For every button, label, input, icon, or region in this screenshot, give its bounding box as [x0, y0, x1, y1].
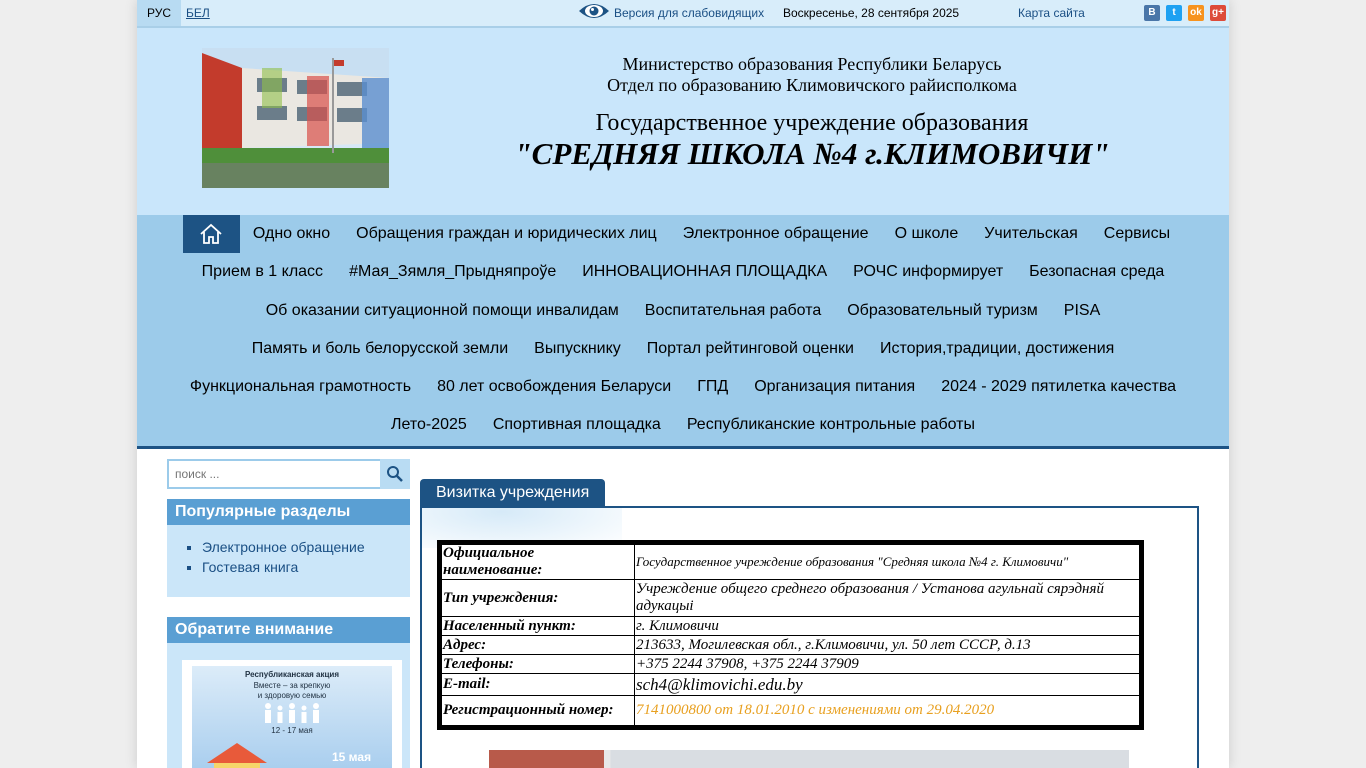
home-icon — [200, 223, 222, 244]
school-photo-bottom — [489, 750, 1129, 768]
info-value: Учреждение общего среднего образования /… — [634, 579, 1142, 617]
banner-dates: 12 - 17 мая — [271, 726, 313, 735]
info-key: Тип учреждения: — [439, 579, 635, 617]
popular-sections-title: Популярные разделы — [167, 499, 410, 525]
top-bar: РУС БЕЛ Версия для слабовидящих Воскресе… — [137, 0, 1229, 28]
menu-item[interactable]: Спортивная площадка — [480, 406, 674, 444]
attention-title: Обратите внимание — [167, 617, 410, 643]
info-value: 7141000800 от 18.01.2010 с изменениями о… — [634, 695, 1142, 728]
info-row: Адрес: 213633, Могилевская обл., г.Климов… — [439, 635, 1142, 655]
menu-row: Функциональная грамотность 80 лет освобож… — [137, 368, 1229, 406]
ministry-title: Министерство образования Республики Бела… — [622, 54, 1002, 74]
menu-item[interactable]: Учительская — [971, 215, 1091, 253]
content-panel: Официальное наименование: Государственное… — [420, 506, 1199, 768]
low-vision-link[interactable]: Версия для слабовидящих — [614, 0, 764, 26]
menu-item[interactable]: Память и боль белорусской земли — [239, 330, 521, 368]
info-key: Официальное наименование: — [439, 542, 635, 580]
menu-item[interactable]: 80 лет освобождения Беларуси — [424, 368, 684, 406]
info-value[interactable]: sch4@klimovichi.edu.by — [634, 673, 1142, 696]
info-key: E-mail: — [439, 673, 635, 696]
google-plus-icon[interactable]: g+ — [1210, 5, 1226, 21]
popular-link-e-appeal[interactable]: Электронное обращение — [202, 537, 410, 557]
eye-icon[interactable] — [578, 1, 610, 21]
banner-line2: Вместе – за крепкую — [253, 681, 331, 690]
menu-item[interactable]: Лето-2025 — [378, 406, 480, 444]
department-title: Отдел по образованию Климовичского райис… — [607, 75, 1017, 95]
info-key: Адрес: — [439, 635, 635, 655]
house-icon — [207, 743, 267, 768]
search-button[interactable] — [380, 459, 410, 489]
menu-item[interactable]: Функциональная грамотность — [177, 368, 424, 406]
search-icon — [387, 466, 403, 482]
menu-row: Прием в 1 класс #Мая_Зямля_Прыдняпроўе ИНН… — [137, 253, 1229, 291]
main-menu: Одно окно Обращения граждан и юридических… — [137, 215, 1229, 449]
campaign-banner[interactable]: Республиканская акция Вместе – за крепку… — [182, 660, 402, 768]
menu-item[interactable]: Безопасная среда — [1016, 253, 1177, 291]
menu-item[interactable]: РОЧС информирует — [840, 253, 1016, 291]
vk-icon[interactable]: B — [1144, 5, 1160, 21]
menu-item[interactable]: 2024 - 2029 пятилетка качества — [928, 368, 1189, 406]
menu-item[interactable]: Воспитательная работа — [632, 292, 834, 330]
menu-row: Лето-2025 Спортивная площадка Республиканс… — [137, 406, 1229, 444]
menu-item[interactable]: Электронное обращение — [670, 215, 882, 253]
banner-line3: и здоровую семью — [257, 691, 327, 700]
info-key: Населенный пункт: — [439, 616, 635, 636]
menu-item[interactable]: О школе — [882, 215, 972, 253]
popular-link-guestbook[interactable]: Гостевая книга — [202, 557, 410, 577]
info-value: г. Климовичи — [634, 616, 1142, 636]
odnoklassniki-icon[interactable]: ok — [1188, 5, 1204, 21]
banner-image: Республиканская акция Вместе – за крепку… — [192, 666, 392, 768]
lang-by-link[interactable]: БЕЛ — [186, 0, 210, 26]
info-row: Тип учреждения: Учреждение общего среднег… — [439, 579, 1142, 617]
menu-item[interactable]: PISA — [1051, 292, 1113, 330]
popular-sections-list: Электронное обращение Гостевая книга — [167, 525, 410, 597]
info-row: Телефоны: +375 2244 37908, +375 2244 3790… — [439, 654, 1142, 674]
lang-ru-link[interactable]: РУС — [137, 0, 181, 26]
info-value: Государственное учреждение образования "… — [634, 542, 1142, 580]
menu-row: Одно окно Обращения граждан и юридических… — [137, 215, 1229, 253]
info-value: 213633, Могилевская обл., г.Климовичи, у… — [634, 635, 1142, 655]
site-header: Министерство образования Республики Бела… — [137, 28, 1229, 215]
info-row: Населенный пункт: г. Климовичи — [439, 616, 1142, 636]
info-row: Официальное наименование: Государственное… — [439, 542, 1142, 580]
sitemap-link[interactable]: Карта сайта — [1018, 0, 1085, 26]
banner-line1: Республиканская акция — [245, 670, 339, 679]
info-row: E-mail: sch4@klimovichi.edu.by — [439, 673, 1142, 696]
info-value: +375 2244 37908, +375 2244 37909 — [634, 654, 1142, 674]
institution-info-table: Официальное наименование: Государственное… — [437, 540, 1144, 730]
menu-item[interactable]: ГПД — [684, 368, 741, 406]
menu-row: Об оказании ситуационной помощи инвалида… — [137, 292, 1229, 330]
menu-item[interactable]: Образовательный туризм — [834, 292, 1051, 330]
school-photo — [202, 48, 389, 188]
menu-item[interactable]: Выпускнику — [521, 330, 634, 368]
menu-item[interactable]: Сервисы — [1091, 215, 1183, 253]
menu-item[interactable]: Об оказании ситуационной помощи инвалида… — [253, 292, 632, 330]
info-row: Регистрационный номер: 7141000800 от 18.0… — [439, 695, 1142, 728]
menu-item[interactable]: Республиканские контрольные работы — [674, 406, 988, 444]
school-name: "СРЕДНЯЯ ШКОЛА №4 г.КЛИМОВИЧИ" — [514, 136, 1110, 171]
menu-item[interactable]: Портал рейтинговой оценки — [634, 330, 867, 368]
info-key: Телефоны: — [439, 654, 635, 674]
info-key: Регистрационный номер: — [439, 695, 635, 728]
menu-item[interactable]: Организация питания — [741, 368, 928, 406]
home-button[interactable] — [182, 215, 240, 253]
family-icon — [265, 703, 319, 723]
banner-day: 15 мая — [332, 750, 372, 764]
menu-item[interactable]: Прием в 1 класс — [189, 253, 336, 291]
tab-institution-card[interactable]: Визитка учреждения — [420, 479, 605, 507]
menu-item[interactable]: История,традиции, достижения — [867, 330, 1127, 368]
page-wrapper: РУС БЕЛ Версия для слабовидящих Воскресе… — [137, 0, 1229, 768]
search-input[interactable] — [167, 459, 384, 489]
menu-row: Память и боль белорусской земли Выпускник… — [137, 330, 1229, 368]
menu-item[interactable]: Одно окно — [240, 215, 343, 253]
twitter-icon[interactable]: t — [1166, 5, 1182, 21]
menu-item[interactable]: Обращения граждан и юридических лиц — [343, 215, 670, 253]
search-form — [167, 459, 410, 489]
current-date: Воскресенье, 28 сентября 2025 — [783, 6, 960, 20]
attention-panel: Республиканская акция Вместе – за крепку… — [167, 643, 410, 768]
menu-item[interactable]: ИННОВАЦИОННАЯ ПЛОЩАДКА — [569, 253, 840, 291]
menu-item[interactable]: #Мая_Зямля_Прыдняпроўе — [336, 253, 569, 291]
institution-type: Государственное учреждение образования — [595, 110, 1029, 136]
